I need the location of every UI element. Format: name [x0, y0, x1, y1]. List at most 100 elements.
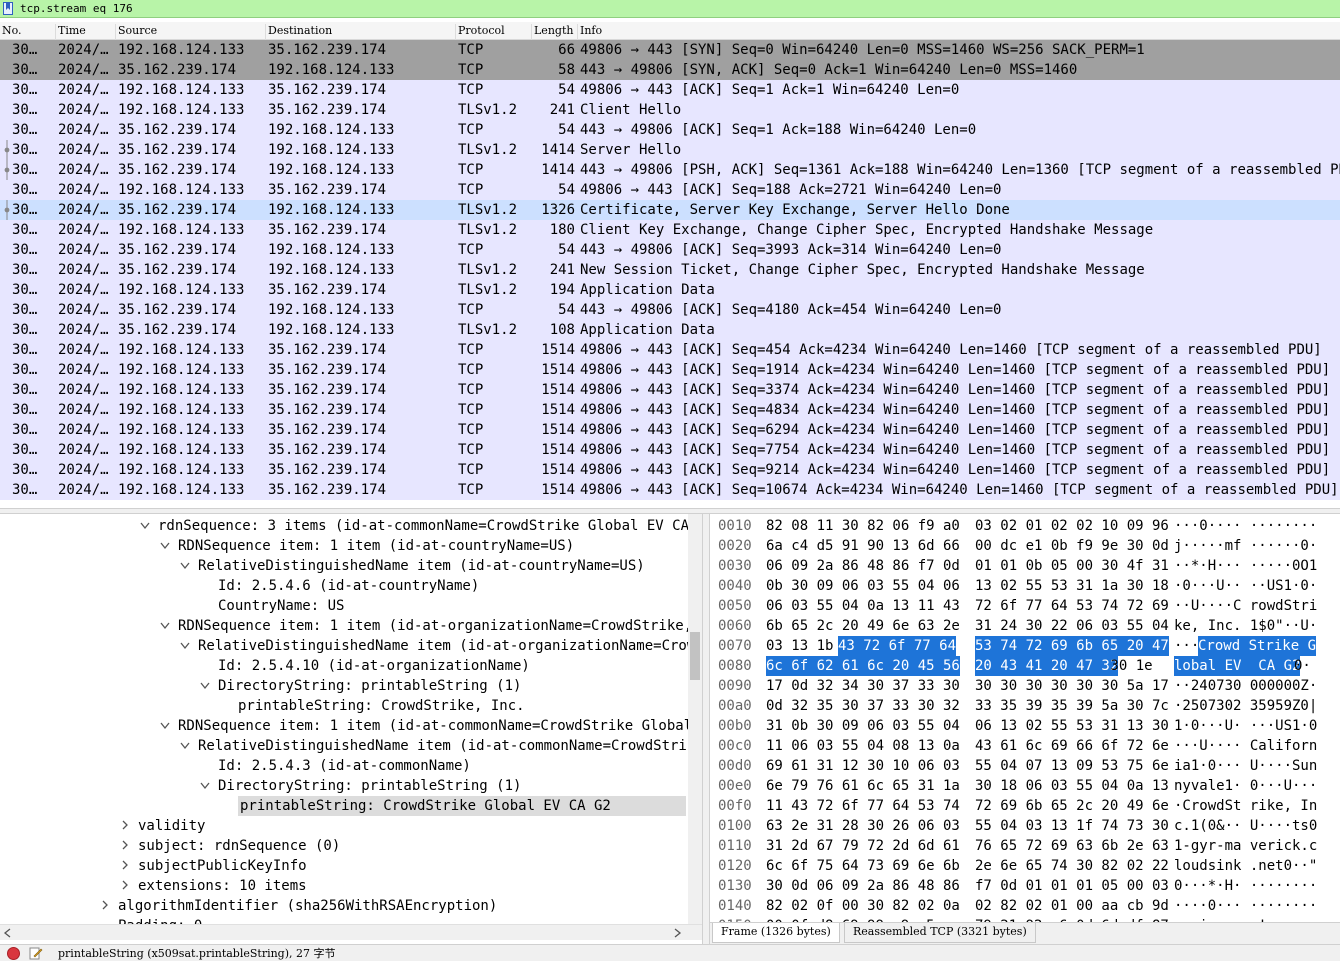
- hex-row[interactable]: 0050 06 03 55 04 0a 13 11 43 72 6f 77 64 5…: [710, 596, 1340, 616]
- tree-item[interactable]: Id: 2.5.4.3 (id-at-commonName): [198, 756, 471, 776]
- scroll-right-icon[interactable]: [672, 928, 682, 938]
- packet-row[interactable]: 30… 2024/… 192.168.124.133 35.162.239.174 TL…: [0, 100, 1340, 120]
- tree-item[interactable]: algorithmIdentifier (sha256WithRSAEncryp…: [98, 896, 497, 916]
- hex-row[interactable]: 00a0 0d 32 35 30 37 33 30 32 33 35 39 35 3…: [710, 696, 1340, 716]
- column-header-length[interactable]: Length: [532, 24, 578, 40]
- packet-row[interactable]: 30… 2024/… 35.162.239.174 192.168.124.133 TC…: [0, 120, 1340, 140]
- column-header-destination[interactable]: Destination: [266, 24, 456, 40]
- packet-row[interactable]: 30… 2024/… 192.168.124.133 35.162.239.174 TL…: [0, 280, 1340, 300]
- hex-row[interactable]: 00d0 69 61 31 12 30 10 06 03 55 04 07 13 0…: [710, 756, 1340, 776]
- hex-row[interactable]: 0110 31 2d 67 79 72 2d 6d 61 76 65 72 69 6…: [710, 836, 1340, 856]
- packet-row[interactable]: 30… 2024/… 35.162.239.174 192.168.124.133 TC…: [0, 300, 1340, 320]
- chevron-down-icon[interactable]: [158, 616, 172, 636]
- tab-reassembled-tcp[interactable]: Reassembled TCP (3321 bytes): [844, 923, 1036, 943]
- packet-row[interactable]: 30… 2024/… 35.162.239.174 192.168.124.133 TL…: [0, 260, 1340, 280]
- hex-row[interactable]: 00b0 31 0b 30 09 06 03 55 04 06 13 02 55 5…: [710, 716, 1340, 736]
- packet-row[interactable]: 30… 2024/… 192.168.124.133 35.162.239.174 TC…: [0, 180, 1340, 200]
- hex-row[interactable]: 0060 6b 65 2c 20 49 6e 63 2e 31 24 30 22 0…: [710, 616, 1340, 636]
- packet-row[interactable]: 30… 2024/… 35.162.239.174 192.168.124.133 TC…: [0, 240, 1340, 260]
- tree-item[interactable]: extensions: 10 items: [118, 876, 307, 896]
- hex-row[interactable]: 0040 0b 30 09 06 03 55 04 06 13 02 55 53 3…: [710, 576, 1340, 596]
- packet-details-tree[interactable]: rdnSequence: 3 items (id-at-commonName=C…: [0, 514, 702, 924]
- details-vertical-scrollbar[interactable]: [688, 514, 702, 924]
- hex-row[interactable]: 00e0 6e 79 76 61 6c 65 31 1a 30 18 06 03 5…: [710, 776, 1340, 796]
- tree-item[interactable]: Padding: 0: [98, 916, 202, 924]
- packet-row[interactable]: 30… 2024/… 35.162.239.174 192.168.124.133 TL…: [0, 320, 1340, 340]
- tree-item[interactable]: RDNSequence item: 1 item (id-at-countryN…: [158, 536, 574, 556]
- hex-row[interactable]: 00f0 11 43 72 6f 77 64 53 74 72 69 6b 65 2…: [710, 796, 1340, 816]
- column-header-time[interactable]: Time: [56, 24, 116, 40]
- packet-row[interactable]: 30… 2024/… 192.168.124.133 35.162.239.174 TC…: [0, 400, 1340, 420]
- packet-row[interactable]: 30… 2024/… 35.162.239.174 192.168.124.133 TL…: [0, 140, 1340, 160]
- expert-info-icon[interactable]: [7, 947, 20, 960]
- display-filter-bar[interactable]: tcp.stream eq 176: [0, 0, 1340, 18]
- packet-row[interactable]: 30… 2024/… 192.168.124.133 35.162.239.174 TC…: [0, 460, 1340, 480]
- chevron-right-icon[interactable]: [118, 816, 132, 836]
- hex-row[interactable]: 0100 63 2e 31 28 30 26 06 03 55 04 03 13 1…: [710, 816, 1340, 836]
- chevron-right-icon[interactable]: [118, 876, 132, 896]
- chevron-right-icon[interactable]: [98, 896, 112, 916]
- packet-row[interactable]: 30… 2024/… 192.168.124.133 35.162.239.174 TC…: [0, 80, 1340, 100]
- chevron-down-icon[interactable]: [178, 556, 192, 576]
- chevron-down-icon[interactable]: [158, 536, 172, 556]
- packet-row[interactable]: 30… 2024/… 192.168.124.133 35.162.239.174 TL…: [0, 220, 1340, 240]
- packet-row[interactable]: 30… 2024/… 192.168.124.133 35.162.239.174 TC…: [0, 420, 1340, 440]
- tree-item[interactable]: DirectoryString: printableString (1): [198, 776, 521, 796]
- column-header-protocol[interactable]: Protocol: [456, 24, 532, 40]
- tree-item[interactable]: CountryName: US: [198, 596, 344, 616]
- chevron-down-icon[interactable]: [178, 636, 192, 656]
- tree-item[interactable]: rdnSequence: 3 items (id-at-commonName=C…: [138, 516, 702, 536]
- tree-item[interactable]: subject: rdnSequence (0): [118, 836, 340, 856]
- tree-item[interactable]: RelativeDistinguishedName item (id-at-co…: [178, 556, 645, 576]
- scrollbar-thumb[interactable]: [690, 632, 700, 680]
- chevron-down-icon[interactable]: [198, 776, 212, 796]
- tree-item[interactable]: Id: 2.5.4.6 (id-at-countryName): [198, 576, 479, 596]
- tree-item[interactable]: Id: 2.5.4.10 (id-at-organizationName): [198, 656, 530, 676]
- display-filter-input[interactable]: tcp.stream eq 176: [20, 1, 133, 16]
- hex-row[interactable]: 0080 6c 6f 62 61 6c 20 45 56 20 43 41 20 4…: [710, 656, 1340, 676]
- hex-row[interactable]: 0120 6c 6f 75 64 73 69 6e 6b 2e 6e 65 74 3…: [710, 856, 1340, 876]
- hex-row[interactable]: 0130 30 0d 06 09 2a 86 48 86 f7 0d 01 01 0…: [710, 876, 1340, 896]
- packet-row[interactable]: 30… 2024/… 192.168.124.133 35.162.239.174 TC…: [0, 480, 1340, 500]
- pane-splitter-vertical[interactable]: [702, 514, 710, 944]
- packet-row[interactable]: 30… 2024/… 192.168.124.133 35.162.239.174 TC…: [0, 360, 1340, 380]
- packet-list[interactable]: 30… 2024/… 192.168.124.133 35.162.239.174 TC…: [0, 40, 1340, 508]
- hex-row[interactable]: 0070 03 13 1b 43 72 6f 77 64 53 74 72 69 6…: [710, 636, 1340, 656]
- scroll-left-icon[interactable]: [3, 928, 13, 938]
- hex-row[interactable]: 0140 82 02 0f 00 30 82 02 0a 02 82 02 01 0…: [710, 896, 1340, 916]
- packet-row[interactable]: 30… 2024/… 35.162.239.174 192.168.124.133 TC…: [0, 160, 1340, 180]
- hex-row[interactable]: 0010 82 08 11 30 82 06 f9 a0 03 02 01 02 0…: [710, 516, 1340, 536]
- hex-row[interactable]: 0020 6a c4 d5 91 90 13 6d 66 00 dc e1 0b f…: [710, 536, 1340, 556]
- packet-row[interactable]: 30… 2024/… 35.162.239.174 192.168.124.133 TC…: [0, 60, 1340, 80]
- chevron-down-icon[interactable]: [198, 676, 212, 696]
- hex-row[interactable]: 0090 17 0d 32 34 30 37 33 30 30 30 30 30 3…: [710, 676, 1340, 696]
- chevron-right-icon[interactable]: [118, 856, 132, 876]
- tree-item[interactable]: RelativeDistinguishedName item (id-at-or…: [178, 636, 702, 656]
- tree-item[interactable]: printableString: CrowdStrike Global EV C…: [238, 796, 686, 816]
- packet-row[interactable]: 30… 2024/… 35.162.239.174 192.168.124.133 TL…: [0, 200, 1340, 220]
- tree-item[interactable]: RDNSequence item: 1 item (id-at-organiza…: [158, 616, 702, 636]
- tree-item[interactable]: printableString: CrowdStrike, Inc.: [218, 696, 525, 716]
- chevron-down-icon[interactable]: [178, 736, 192, 756]
- hex-row[interactable]: 00c0 11 06 03 55 04 08 13 0a 43 61 6c 69 6…: [710, 736, 1340, 756]
- chevron-right-icon[interactable]: [118, 836, 132, 856]
- packet-row[interactable]: 30… 2024/… 192.168.124.133 35.162.239.174 TC…: [0, 340, 1340, 360]
- chevron-down-icon[interactable]: [138, 516, 152, 536]
- packet-bytes-pane[interactable]: 0010 82 08 11 30 82 06 f9 a0 03 02 01 02 0…: [710, 514, 1340, 922]
- hex-row[interactable]: 0030 06 09 2a 86 48 86 f7 0d 01 01 0b 05 0…: [710, 556, 1340, 576]
- column-header-source[interactable]: Source: [116, 24, 266, 40]
- packet-row[interactable]: 30… 2024/… 192.168.124.133 35.162.239.174 TC…: [0, 440, 1340, 460]
- column-header-no[interactable]: No.: [0, 24, 56, 40]
- chevron-down-icon[interactable]: [158, 716, 172, 736]
- edit-comment-icon[interactable]: [29, 946, 43, 960]
- tab-frame-bytes[interactable]: Frame (1326 bytes): [712, 923, 840, 943]
- tree-item[interactable]: RelativeDistinguishedName item (id-at-co…: [178, 736, 702, 756]
- bookmark-icon[interactable]: [3, 2, 13, 15]
- details-horizontal-scrollbar[interactable]: [0, 924, 702, 940]
- packet-row[interactable]: 30… 2024/… 192.168.124.133 35.162.239.174 TC…: [0, 40, 1340, 60]
- tree-item[interactable]: DirectoryString: printableString (1): [198, 676, 521, 696]
- tree-item[interactable]: RDNSequence item: 1 item (id-at-commonNa…: [158, 716, 702, 736]
- tree-item[interactable]: validity: [118, 816, 205, 836]
- tree-item[interactable]: subjectPublicKeyInfo: [118, 856, 307, 876]
- packet-row[interactable]: 30… 2024/… 192.168.124.133 35.162.239.174 TC…: [0, 380, 1340, 400]
